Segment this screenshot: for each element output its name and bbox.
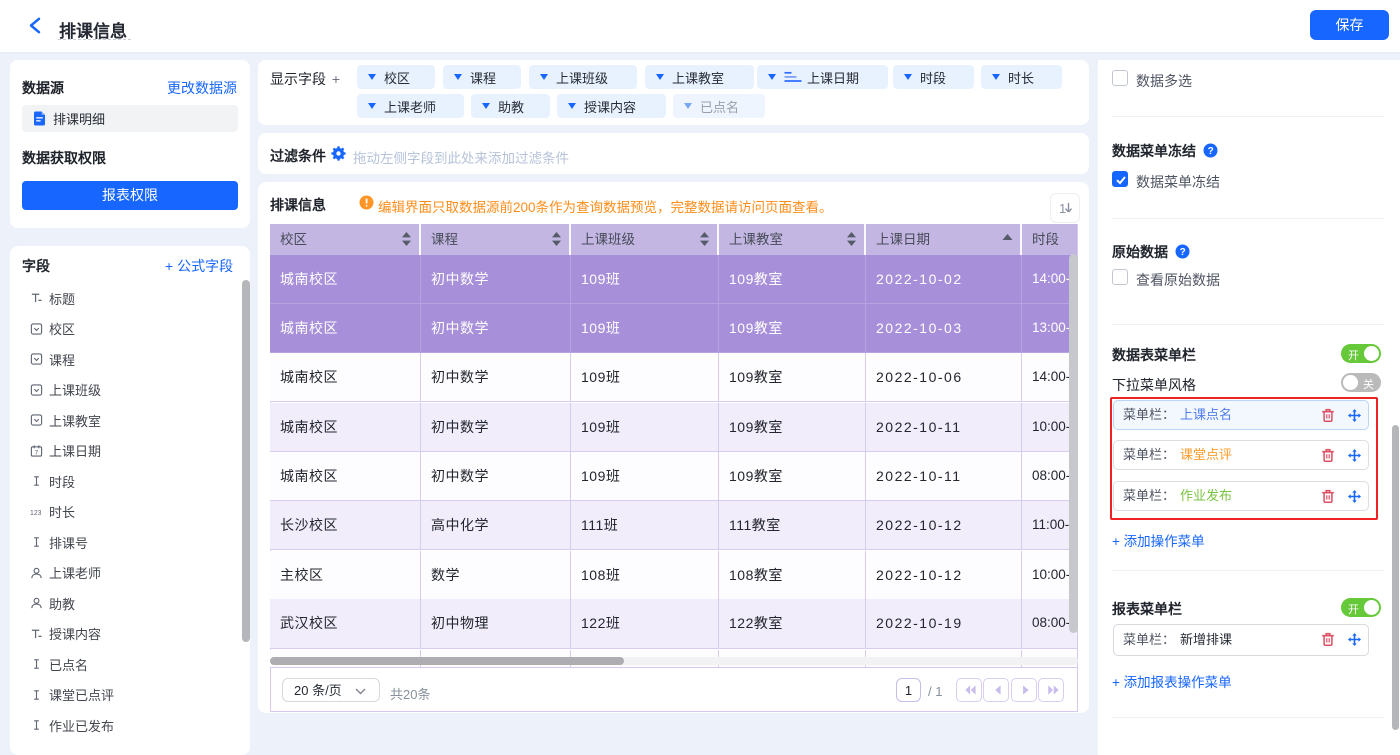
svg-text:?: ? (1208, 146, 1214, 157)
svg-text:7: 7 (35, 449, 39, 456)
svg-text:123: 123 (30, 509, 42, 516)
svg-text:?: ? (1180, 247, 1186, 258)
svg-text:1: 1 (1059, 201, 1066, 216)
